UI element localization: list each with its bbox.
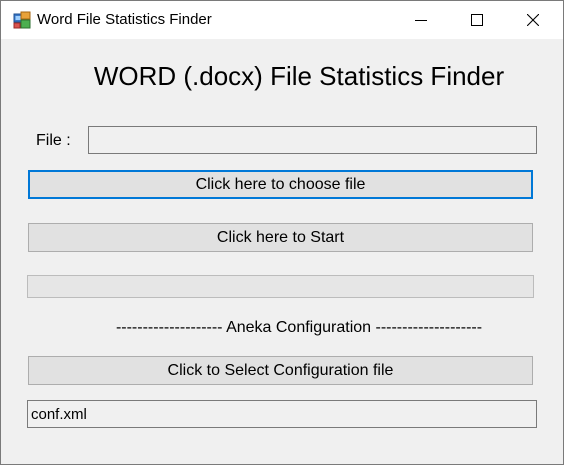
page-title: WORD (.docx) File Statistics Finder: [93, 61, 505, 91]
app-icon: [13, 11, 31, 29]
progress-bar: [27, 275, 534, 298]
start-button[interactable]: Click here to Start: [28, 223, 533, 252]
title-bar[interactable]: Word File Statistics Finder: [1, 1, 563, 39]
choose-file-button[interactable]: Click here to choose file: [28, 170, 533, 199]
maximize-button[interactable]: [454, 1, 500, 39]
close-icon: [527, 14, 539, 26]
minimize-button[interactable]: [398, 1, 444, 39]
window-title: Word File Statistics Finder: [37, 11, 212, 28]
maximize-icon: [471, 14, 483, 26]
file-label: File :: [36, 132, 71, 149]
select-config-button[interactable]: Click to Select Configuration file: [28, 356, 533, 385]
minimize-icon: [415, 20, 427, 21]
file-path-field[interactable]: [88, 126, 537, 154]
app-window: Word File Statistics Finder WORD (.docx)…: [0, 0, 564, 465]
config-separator: -------------------- Aneka Configuration…: [115, 319, 483, 336]
close-button[interactable]: [510, 1, 556, 39]
config-file-field[interactable]: conf.xml: [27, 400, 537, 428]
